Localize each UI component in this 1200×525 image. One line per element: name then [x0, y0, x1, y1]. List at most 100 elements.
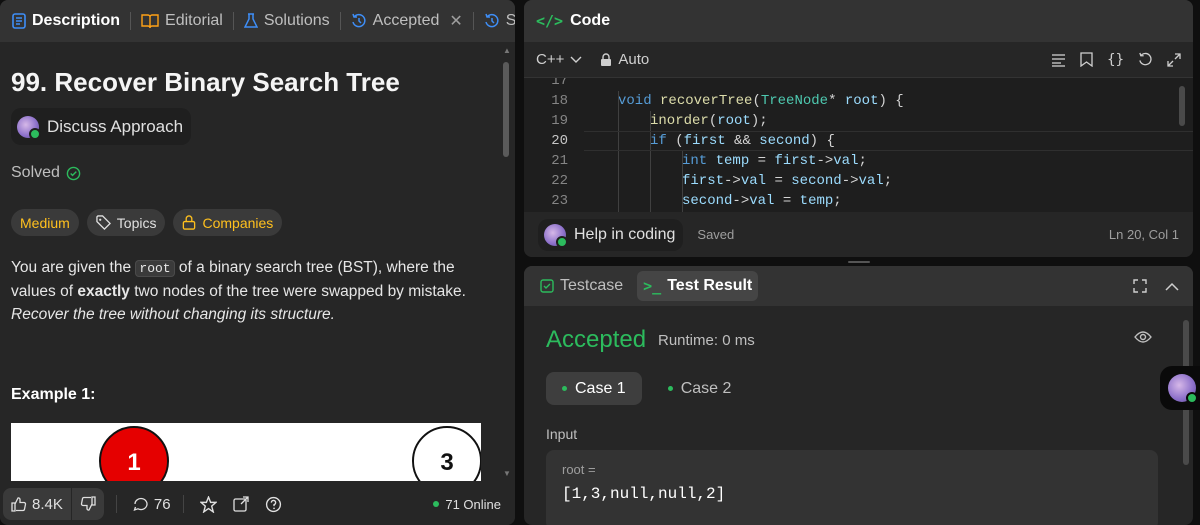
code-line[interactable]: 23 second->val = temp;	[524, 191, 1193, 211]
language-label: C++	[536, 51, 565, 68]
test-panel: Testcase >_ Test Result Accepted Runtime…	[524, 266, 1193, 525]
tab-description-label: Description	[32, 12, 121, 29]
code-line[interactable]: 21 int temp = first->val;	[524, 151, 1193, 171]
input-label: Input	[546, 426, 578, 442]
thumbs-down-icon	[80, 496, 96, 511]
tab-test-result[interactable]: >_ Test Result	[637, 271, 759, 301]
code-panel-header: </> Code	[524, 0, 1193, 42]
mode-label: Auto	[618, 51, 650, 68]
cursor-position: Ln 20, Col 1	[1108, 227, 1179, 242]
tree-node: 3	[412, 426, 481, 481]
tab-submissions[interactable]: Su	[478, 0, 515, 42]
tab-solutions[interactable]: Solutions	[238, 0, 336, 42]
status-dot-icon	[667, 386, 673, 391]
tab-editorial[interactable]: Editorial	[135, 0, 229, 42]
problem-tags: Medium Topics Companies	[11, 209, 283, 236]
braces-icon[interactable]: {}	[1107, 52, 1124, 68]
line-number: 20	[551, 133, 568, 149]
tab-testcase[interactable]: Testcase	[534, 271, 629, 301]
indent-guide	[618, 91, 619, 212]
check-circle-icon	[66, 166, 81, 180]
test-panel-header: Testcase >_ Test Result	[524, 266, 1193, 306]
code-line[interactable]: 20 if (first && second) {	[524, 131, 1193, 151]
code-text: inorder(root);	[650, 113, 768, 129]
code-line[interactable]: 18 void recoverTree(TreeNode* root) {	[524, 91, 1193, 111]
description-panel: Description Editorial Solutions Accepted…	[0, 0, 515, 525]
bookmark-icon[interactable]	[1080, 52, 1093, 67]
case-tab[interactable]: Case 1	[546, 372, 642, 405]
editor-status-bar: Help in coding Saved Ln 20, Col 1	[524, 212, 1193, 257]
saved-status: Saved	[697, 227, 735, 242]
close-icon[interactable]: ✕	[449, 11, 462, 31]
topics-button[interactable]: Topics	[86, 209, 166, 236]
fullscreen-icon[interactable]	[1133, 279, 1147, 293]
chevron-down-icon	[570, 56, 582, 63]
code-line[interactable]: 17	[524, 78, 1193, 91]
scrollbar-thumb[interactable]	[1179, 86, 1185, 126]
description-text: two nodes of the tree were swapped by mi…	[129, 283, 466, 300]
tab-editorial-label: Editorial	[165, 12, 223, 29]
line-number: 21	[551, 153, 568, 169]
companies-button[interactable]: Companies	[173, 209, 283, 236]
help-in-coding-button[interactable]: Help in coding	[538, 218, 684, 251]
problem-description: You are given the root of a binary searc…	[11, 256, 491, 326]
code-toolbar: C++ Auto {}	[524, 42, 1193, 78]
help-button[interactable]	[265, 496, 282, 513]
panel-resize-handle[interactable]	[524, 258, 1193, 266]
editor-actions: {}	[1051, 52, 1181, 68]
case-tab[interactable]: Case 2	[652, 372, 748, 405]
tab-divider	[130, 12, 132, 30]
chevron-up-icon[interactable]	[1165, 282, 1179, 291]
history-icon	[485, 13, 499, 28]
format-lines-icon[interactable]	[1051, 53, 1066, 67]
code-line[interactable]: 19 inorder(root);	[524, 111, 1193, 131]
input-param-value: [1,3,null,null,2]	[562, 485, 726, 503]
share-button[interactable]	[232, 496, 249, 512]
test-panel-scrollbar[interactable]	[1183, 320, 1189, 520]
lock-icon	[601, 52, 612, 66]
code-editor[interactable]: 17 18 void recoverTree(TreeNode* root) {19…	[524, 78, 1193, 212]
tab-solutions-label: Solutions	[263, 12, 330, 29]
tab-accepted[interactable]: Accepted ✕	[345, 0, 469, 42]
comments-button[interactable]: 76	[133, 496, 171, 513]
question-circle-icon	[265, 496, 281, 512]
code-line[interactable]: 22 first->val = second->val;	[524, 171, 1193, 191]
tab-description[interactable]: Description	[6, 0, 126, 42]
document-icon	[12, 13, 26, 29]
left-tab-bar: Description Editorial Solutions Accepted…	[0, 0, 515, 42]
comment-icon	[133, 497, 148, 512]
eye-icon[interactable]	[1134, 330, 1152, 344]
avatar	[544, 223, 568, 248]
expand-icon[interactable]	[1167, 52, 1181, 67]
code-icon: </>	[536, 12, 564, 30]
help-label: Help in coding	[574, 225, 676, 243]
line-number: 23	[551, 193, 568, 209]
avatar	[17, 115, 41, 140]
code-text: void recoverTree(TreeNode* root) {	[618, 93, 904, 109]
dislike-button[interactable]	[71, 488, 104, 520]
scrollbar-thumb[interactable]	[503, 62, 509, 157]
reset-icon[interactable]	[1138, 52, 1153, 67]
divider	[182, 495, 184, 513]
checkbox-icon	[540, 279, 554, 293]
tree-node: 1	[99, 426, 169, 481]
assistant-avatar-button[interactable]	[1160, 366, 1200, 410]
case-label: Case 2	[680, 379, 732, 397]
favorite-button[interactable]	[199, 495, 217, 513]
discuss-approach-label: Discuss Approach	[47, 116, 184, 136]
language-select[interactable]: C++	[536, 51, 582, 68]
scrollbar[interactable]: ▲ ▼	[503, 46, 511, 478]
editor-scrollbar[interactable]	[1179, 86, 1185, 206]
example-tree-image: 1 3	[11, 423, 481, 481]
problem-title: 99. Recover Binary Search Tree	[11, 67, 400, 97]
companies-label: Companies	[202, 214, 274, 231]
auto-mode-toggle[interactable]: Auto	[600, 51, 649, 68]
like-button[interactable]: 8.4K	[3, 488, 71, 520]
runtime-text: Runtime: 0 ms	[658, 332, 755, 349]
code-text: second->val = temp;	[682, 193, 842, 209]
input-param-name: root =	[562, 462, 596, 477]
tab-divider	[472, 12, 474, 30]
indent-guide	[650, 111, 651, 212]
description-text: You are given the	[11, 259, 136, 276]
discuss-approach-button[interactable]: Discuss Approach	[11, 108, 192, 145]
